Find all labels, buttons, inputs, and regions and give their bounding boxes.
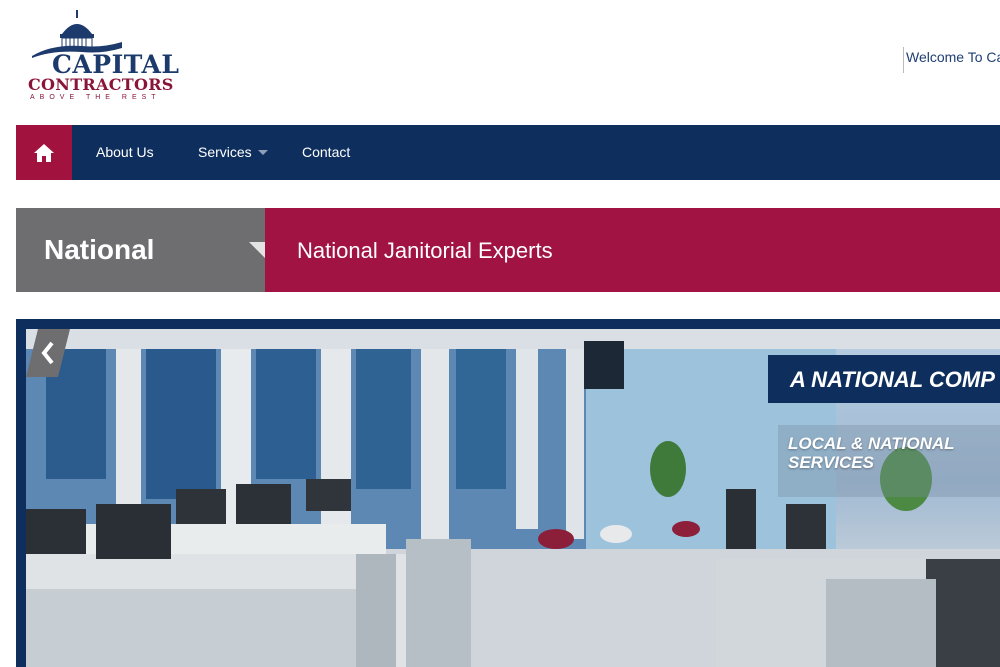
company-logo[interactable]: CAPITAL CONTRACTORS ABOVE THE REST	[16, 8, 196, 104]
page-title: National	[44, 234, 155, 265]
page-title-box: National	[16, 208, 265, 292]
nav-item-services[interactable]: Services	[198, 125, 252, 180]
logo-tagline: ABOVE THE REST	[30, 94, 161, 101]
chevron-left-icon[interactable]	[26, 329, 70, 377]
home-icon	[34, 143, 54, 162]
corner-notch	[249, 242, 265, 258]
page-subtitle-box: National Janitorial Experts	[265, 208, 1000, 292]
nav-item-about-us[interactable]: About Us	[96, 125, 154, 180]
main-nav: About Us Services Contact	[16, 125, 1000, 180]
logo-line-capital: CAPITAL	[52, 50, 180, 79]
logo-line-contractors: CONTRACTORS	[28, 75, 174, 94]
nav-home-button[interactable]	[16, 125, 72, 180]
hero-slider: A NATIONAL COMP LOCAL & NATIONAL SERVICE…	[26, 329, 1000, 667]
slide-heading: A NATIONAL COMP	[790, 367, 995, 392]
slide-caption: LOCAL & NATIONAL SERVICES	[788, 434, 955, 472]
chevron-down-icon[interactable]	[258, 150, 268, 155]
page-subtitle: National Janitorial Experts	[297, 238, 553, 263]
welcome-text: Welcome To Cap	[903, 47, 1000, 73]
nav-item-contact[interactable]: Contact	[302, 125, 350, 180]
